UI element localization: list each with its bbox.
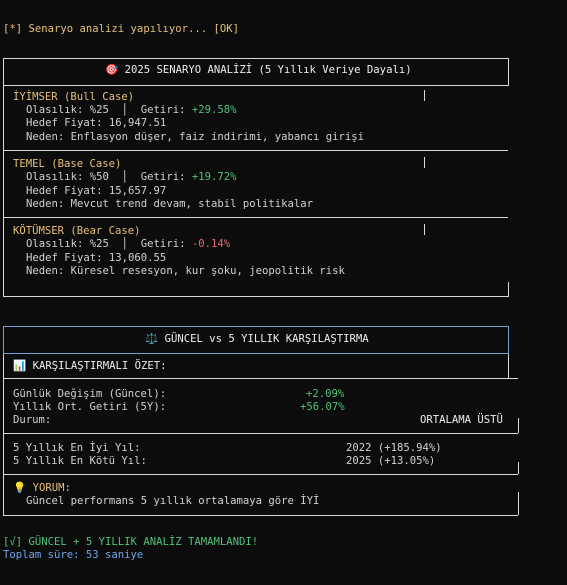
divider: [518, 418, 519, 433]
scenario-bull-reason: Neden: Enflasyon düşer, faiz indirimi, y…: [26, 131, 365, 143]
divider: [518, 492, 519, 515]
scenario-header: 🎯 2025 SENARYO ANALİZİ (5 Yıllık Veriye …: [105, 64, 412, 76]
divider: [508, 282, 509, 296]
scenario-base-return: +19.72%: [191, 171, 237, 183]
divider: [3, 85, 508, 86]
scenario-bull-target: Hedef Fiyat: 16,947.51: [26, 117, 167, 129]
scenario-base-title: TEMEL (Base Case): [13, 158, 122, 170]
scenario-bear-return: -0.14%: [191, 238, 231, 250]
best-year-value: 2022 (+185.94%): [346, 442, 442, 454]
scenario-base-probability: Olasılık: %50 │ Getiri: +19.72%: [26, 171, 236, 184]
comment-title: 💡 YORUM:: [13, 482, 71, 494]
divider: [424, 224, 425, 235]
scenario-bull-probability: Olasılık: %25 │ Getiri: +29.58%: [26, 104, 236, 117]
scenario-base-prob-label: Olasılık: %50 │ Getiri:: [26, 171, 192, 183]
daily-change-value: +2.09%: [306, 388, 345, 400]
scenario-bull-title: İYİMSER (Bull Case): [13, 91, 135, 103]
divider: [3, 217, 508, 218]
daily-change-label: Günlük Değişim (Güncel):: [13, 388, 167, 400]
total-time: Toplam süre: 53 saniye: [3, 549, 144, 561]
divider: [3, 378, 518, 379]
scenario-bear-probability: Olasılık: %25 │ Getiri: -0.14%: [26, 238, 230, 251]
scenario-bear-reason: Neden: Küresel resesyon, kur şoku, jeopo…: [26, 265, 345, 277]
compare-header: ⚖️ GÜNCEL vs 5 YILLIK KARŞILAŞTIRMA: [145, 333, 369, 345]
divider: [3, 474, 518, 475]
annual-return-label: Yıllık Ort. Getiri (5Y):: [13, 401, 167, 413]
scenario-bull-return: +29.58%: [191, 104, 237, 116]
done-line: [√] GÜNCEL + 5 YILLIK ANALİZ TAMAMLANDI!: [3, 536, 259, 548]
status-line: [*] Senaryo analizi yapılıyor... [OK]: [3, 23, 239, 35]
comment-text: Güncel performans 5 yıllık ortalamaya gö…: [26, 495, 320, 507]
divider: [3, 515, 518, 516]
divider: [3, 150, 508, 151]
scenario-bull-prob-label: Olasılık: %25 │ Getiri:: [26, 104, 192, 116]
status-value: ORTALAMA ÜSTÜ: [420, 414, 503, 426]
status-label: Durum:: [13, 414, 52, 426]
divider: [3, 433, 518, 434]
scenario-base-target: Hedef Fiyat: 15,657.97: [26, 185, 167, 197]
scenario-box-right-border: [508, 58, 509, 86]
scenario-bear-title: KÖTÜMSER (Bear Case): [13, 225, 141, 237]
annual-return-value: +56.07%: [300, 401, 345, 413]
summary-title: 📊 KARŞILAŞTIRMALI ÖZET:: [13, 360, 167, 372]
worst-year-label: 5 Yıllık En Kötü Yıl:: [13, 455, 147, 467]
divider: [424, 90, 425, 101]
scenario-bear-prob-label: Olasılık: %25 │ Getiri:: [26, 238, 192, 250]
best-year-label: 5 Yıllık En İyi Yıl:: [13, 442, 141, 454]
worst-year-value: 2025 (+13.05%): [346, 455, 436, 467]
divider: [424, 157, 425, 168]
scenario-base-reason: Neden: Mevcut trend devam, stabil politi…: [26, 198, 314, 210]
scenario-bear-target: Hedef Fiyat: 13,060.55: [26, 252, 167, 264]
divider: [518, 462, 519, 474]
divider: [508, 354, 509, 378]
